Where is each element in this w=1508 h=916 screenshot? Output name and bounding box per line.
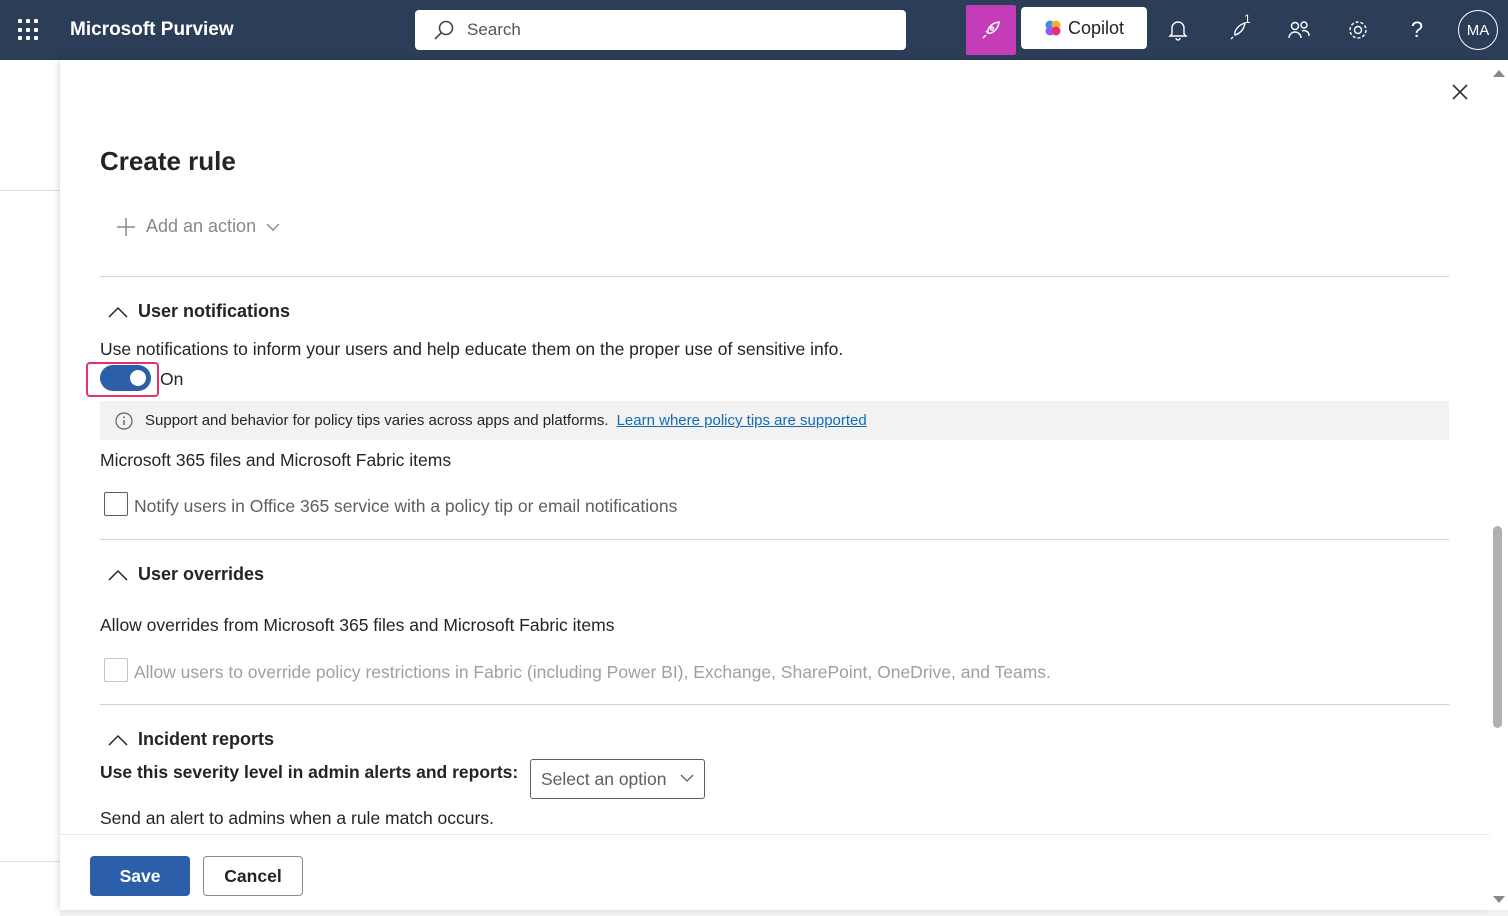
section-title: User notifications (138, 301, 291, 321)
top-bar: Microsoft Purview Copilot 1 ? MA (0, 0, 1508, 60)
overrides-description: Allow overrides from Microsoft 365 files… (100, 615, 615, 635)
notify-users-checkbox[interactable] (104, 492, 128, 516)
help-icon: ? (1410, 17, 1424, 42)
severity-label: Use this severity level in admin alerts … (100, 762, 519, 782)
community-button[interactable] (1284, 15, 1314, 45)
policy-tips-link[interactable]: Learn where policy tips are supported (617, 412, 867, 429)
add-action-label: Add an action (146, 216, 257, 236)
section-divider (100, 276, 1449, 277)
app-title[interactable]: Microsoft Purview (70, 19, 234, 41)
left-nav-strip (0, 60, 60, 916)
severity-select[interactable]: Select an option (530, 759, 705, 799)
info-icon (115, 411, 133, 430)
avatar[interactable]: MA (1458, 10, 1498, 50)
scrollbar[interactable] (1490, 60, 1508, 910)
scroll-thumb[interactable] (1493, 526, 1502, 728)
copilot-label: Copilot (1067, 17, 1125, 38)
app-launcher-icon[interactable] (18, 19, 40, 41)
notifications-description: Use notifications to inform your users a… (100, 339, 844, 359)
plus-icon (117, 217, 135, 236)
people-icon (1288, 21, 1310, 39)
search-input[interactable] (467, 20, 867, 40)
rocket-button[interactable] (966, 5, 1016, 55)
section-title: Incident reports (138, 729, 275, 749)
chevron-down-icon (680, 774, 694, 782)
info-text: Support and behavior for policy tips var… (145, 412, 609, 429)
bell-icon (1168, 21, 1188, 41)
chevron-up-icon (108, 306, 128, 318)
chevron-down-icon (266, 223, 280, 231)
toggle-knob (130, 370, 146, 386)
notifications-button[interactable] (1163, 15, 1193, 45)
chevron-up-icon (108, 569, 128, 581)
section-divider (100, 704, 1449, 705)
user-notifications-header[interactable]: User notifications (108, 301, 290, 322)
gear-icon (1349, 21, 1367, 39)
notifications-toggle[interactable] (100, 365, 151, 391)
scroll-up-icon[interactable] (1493, 70, 1505, 77)
user-overrides-header[interactable]: User overrides (108, 564, 264, 585)
incident-reports-header[interactable]: Incident reports (108, 729, 274, 750)
section-divider (100, 539, 1449, 540)
chevron-up-icon (108, 734, 128, 746)
section-title: User overrides (138, 564, 265, 584)
toggle-state-label: On (160, 369, 184, 389)
nav-divider (0, 861, 60, 862)
cancel-button[interactable]: Cancel (203, 856, 303, 896)
notification-badge: 1 (1244, 12, 1251, 26)
help-button[interactable]: ? (1402, 15, 1432, 45)
severity-select-value: Select an option (541, 768, 667, 789)
copilot-button[interactable]: Copilot (1021, 7, 1147, 49)
allow-override-label: Allow users to override policy restricti… (134, 662, 1051, 682)
copilot-icon (1045, 20, 1061, 36)
alert-admins-text: Send an alert to admins when a rule matc… (100, 808, 494, 828)
files-heading: Microsoft 365 files and Microsoft Fabric… (100, 450, 452, 470)
page-title: Create rule (100, 146, 236, 176)
settings-button[interactable] (1343, 15, 1373, 45)
info-message-bar: Support and behavior for policy tips var… (100, 401, 1449, 440)
allow-override-checkbox[interactable] (104, 658, 128, 682)
search-icon (434, 20, 454, 40)
close-icon[interactable] (1448, 80, 1472, 104)
notify-users-label[interactable]: Notify users in Office 365 service with … (134, 496, 677, 517)
panel-footer: Save Cancel (60, 834, 1490, 910)
search-box[interactable] (415, 10, 906, 50)
create-rule-panel: Create rule Add an action User notificat… (60, 60, 1490, 910)
scroll-down-icon[interactable] (1493, 896, 1505, 903)
rocket-icon (982, 21, 1000, 39)
nav-divider (0, 190, 60, 191)
save-button[interactable]: Save (90, 856, 190, 896)
add-action-button[interactable]: Add an action (116, 216, 280, 237)
